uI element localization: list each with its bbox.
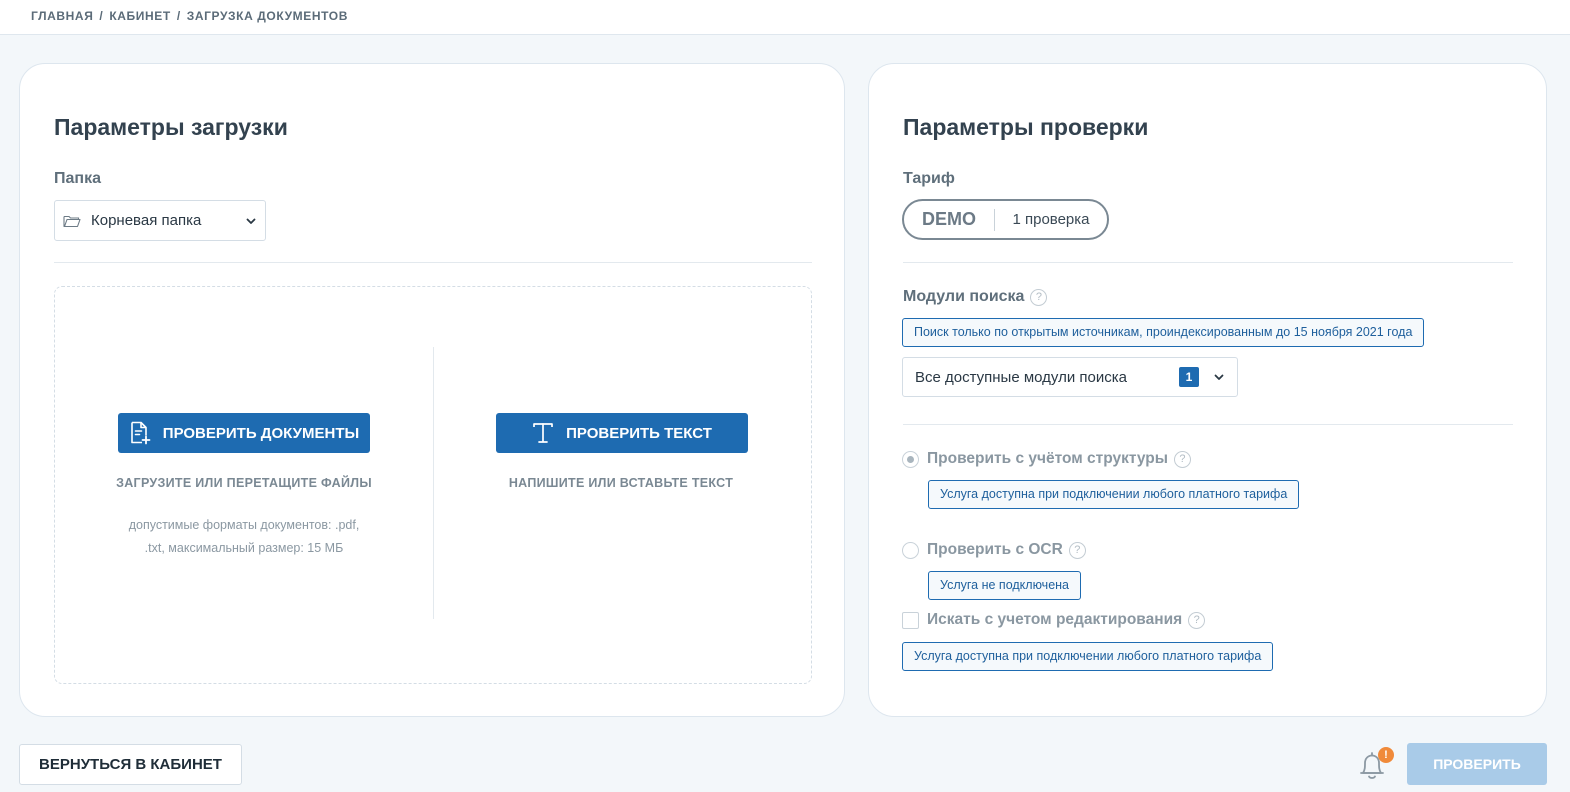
text-icon <box>533 423 553 443</box>
breadcrumb: ГЛАВНАЯ / КАБИНЕТ / ЗАГРУЗКА ДОКУМЕНТОВ <box>31 9 348 23</box>
section-divider <box>903 424 1513 425</box>
tariff-checks-count: 1 проверка <box>1012 211 1090 228</box>
folder-label: Папка <box>54 170 101 187</box>
breadcrumb-current: ЗАГРУЗКА ДОКУМЕНТОВ <box>186 9 348 23</box>
editing-notice: Услуга доступна при подключении любого п… <box>902 642 1274 671</box>
section-divider <box>54 262 812 263</box>
allowed-formats-note: допустимые форматы документов: .pdf, .tx… <box>128 518 360 555</box>
structure-option[interactable]: Проверить с учётом структуры ? <box>902 450 1191 468</box>
search-modules-notice: Поиск только по открытым источникам, про… <box>902 318 1425 347</box>
notification-alert-badge: ! <box>1378 747 1394 763</box>
ocr-option[interactable]: Проверить с OCR ? <box>902 541 1086 559</box>
chevron-down-icon <box>1214 374 1224 380</box>
breadcrumb-cabinet[interactable]: КАБИНЕТ <box>109 9 170 23</box>
help-icon[interactable]: ? <box>1173 450 1191 468</box>
tariff-name: DEMO <box>922 209 976 229</box>
editing-checkbox[interactable] <box>902 611 919 629</box>
folder-icon <box>63 215 81 227</box>
check-documents-button[interactable]: ПРОВЕРИТЬ ДОКУМЕНТЫ <box>118 413 370 453</box>
folder-select-value: Корневая папка <box>91 212 202 229</box>
structure-option-label: Проверить с учётом структуры <box>927 450 1168 467</box>
file-drop-zone[interactable]: ПРОВЕРИТЬ ДОКУМЕНТЫ ЗАГРУЗИТЕ ИЛИ ПЕРЕТА… <box>54 286 812 684</box>
check-parameters-card: Параметры проверки Тариф DEMO 1 проверка… <box>868 63 1547 717</box>
upload-parameters-card: Параметры загрузки Папка Корневая папка … <box>19 63 845 717</box>
structure-radio[interactable] <box>902 450 919 468</box>
tariff-badge: DEMO 1 проверка <box>902 199 1109 240</box>
notifications-button[interactable]: ! <box>1355 747 1394 782</box>
breadcrumb-home[interactable]: ГЛАВНАЯ <box>31 9 93 23</box>
top-bar: ГЛАВНАЯ / КАБИНЕТ / ЗАГРУЗКА ДОКУМЕНТОВ <box>0 0 1570 35</box>
submit-check-button[interactable]: ПРОВЕРИТЬ <box>1407 743 1547 785</box>
check-text-button[interactable]: ПРОВЕРИТЬ ТЕКСТ <box>496 413 748 453</box>
ocr-option-label: Проверить с OCR <box>927 541 1063 558</box>
search-modules-value: Все доступные модули поиска <box>915 368 1127 386</box>
breadcrumb-separator: / <box>99 9 104 23</box>
help-icon[interactable]: ? <box>1030 289 1048 306</box>
upload-parameters-title: Параметры загрузки <box>54 114 288 140</box>
ocr-notice: Услуга не подключена <box>928 571 1081 600</box>
search-modules-label: Модули поиска? <box>903 288 1048 306</box>
check-documents-label: ПРОВЕРИТЬ ДОКУМЕНТЫ <box>162 424 360 442</box>
editing-option-label: Искать с учетом редактирования <box>927 611 1183 628</box>
upload-files-hint: ЗАГРУЗИТЕ ИЛИ ПЕРЕТАЩИТЕ ФАЙЛЫ <box>116 476 372 490</box>
section-divider <box>903 262 1513 263</box>
help-icon[interactable]: ? <box>1188 611 1206 629</box>
modules-count-badge: 1 <box>1179 367 1199 387</box>
document-add-icon <box>130 421 151 445</box>
drop-zone-divider <box>433 347 434 619</box>
search-modules-label-text: Модули поиска <box>903 288 1025 305</box>
tariff-label: Тариф <box>903 170 955 187</box>
editing-option[interactable]: Искать с учетом редактирования ? <box>902 611 1206 629</box>
breadcrumb-separator: / <box>176 9 181 23</box>
chevron-down-icon <box>246 218 256 224</box>
paste-text-hint: НАПИШИТЕ ИЛИ ВСТАВЬТЕ ТЕКСТ <box>508 476 734 490</box>
check-text-label: ПРОВЕРИТЬ ТЕКСТ <box>566 424 712 442</box>
folder-select[interactable]: Корневая папка <box>54 200 266 241</box>
back-to-cabinet-button[interactable]: ВЕРНУТЬСЯ В КАБИНЕТ <box>19 744 242 785</box>
help-icon[interactable]: ? <box>1068 541 1086 559</box>
search-modules-select[interactable]: Все доступные модули поиска 1 <box>902 357 1238 397</box>
ocr-radio[interactable] <box>902 541 919 559</box>
check-parameters-title: Параметры проверки <box>903 114 1149 140</box>
structure-notice: Услуга доступна при подключении любого п… <box>928 480 1300 509</box>
